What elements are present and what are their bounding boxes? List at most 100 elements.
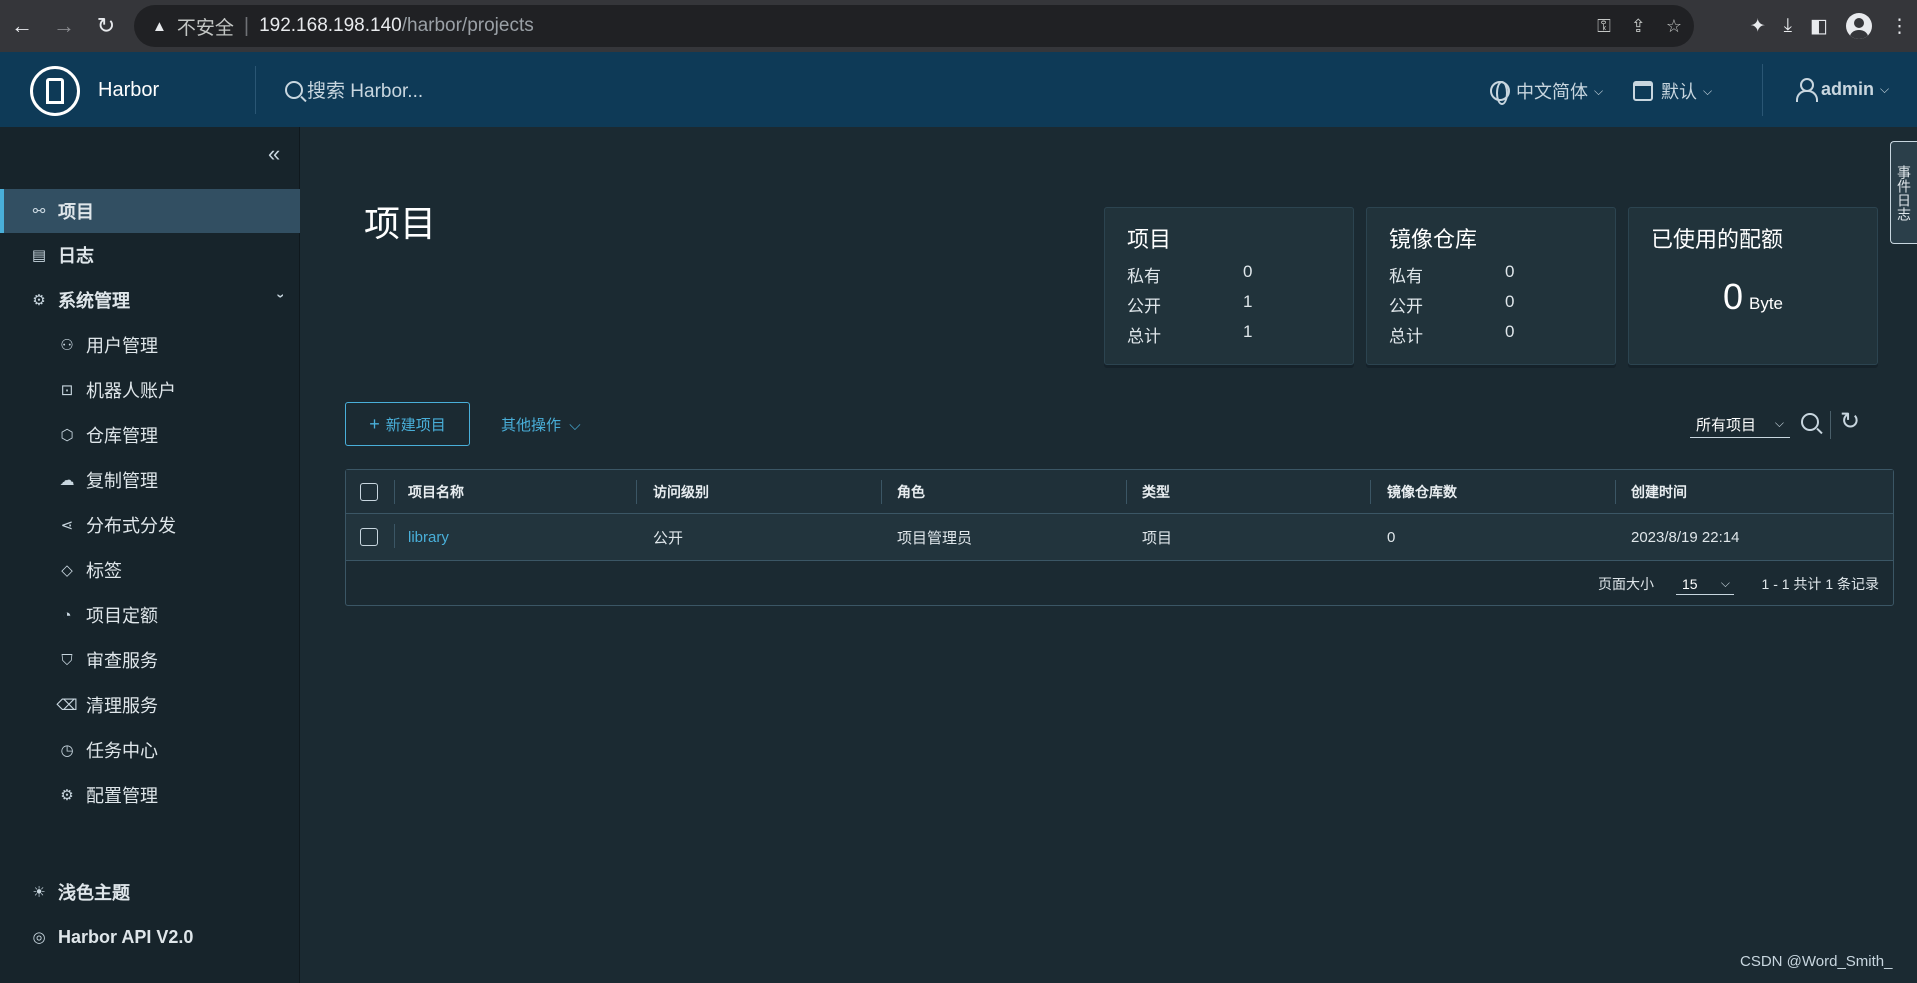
search-input[interactable]: 搜索 Harbor... <box>307 76 423 103</box>
header-divider <box>1762 64 1763 116</box>
column-header-created[interactable]: 创建时间 <box>1631 470 1687 513</box>
sidebar-item-job-service[interactable]: ◷ 任务中心 <box>0 728 300 772</box>
bookmark-star-icon[interactable]: ☆ <box>1666 16 1682 37</box>
page-title: 项目 <box>364 203 437 244</box>
quota-summary-card: 已使用的配额 0 Byte <box>1628 207 1878 365</box>
new-project-button[interactable]: + 新建项目 <box>345 402 470 446</box>
table-header: 项目名称 访问级别 角色 类型 镜像仓库数 创建时间 <box>346 470 1893 514</box>
language-selector[interactable]: 中文简体 ⌵ <box>1490 78 1603 105</box>
sidebar-item-administration[interactable]: ⚙ 系统管理 › <box>0 278 300 322</box>
chevron-down-icon: ⌵ <box>1774 416 1784 430</box>
chevron-down-icon: ⌵ <box>1720 576 1730 590</box>
refresh-icon[interactable]: ↻ <box>1840 407 1860 436</box>
column-separator <box>881 480 882 504</box>
project-name-link[interactable]: library <box>408 514 449 560</box>
checkbox[interactable] <box>360 528 378 546</box>
column-header-repo-count[interactable]: 镜像仓库数 <box>1387 470 1457 513</box>
back-icon[interactable]: ← <box>2 6 42 46</box>
record-count: 1 - 1 共计 1 条记录 <box>1761 576 1879 592</box>
profile-avatar-icon[interactable] <box>1846 13 1872 39</box>
project-filter-select[interactable]: 所有项目 ⌵ <box>1690 412 1790 438</box>
column-header-access[interactable]: 访问级别 <box>653 470 709 513</box>
share-page-icon[interactable]: ⇪ <box>1631 16 1646 37</box>
sidebar-item-label: Harbor API V2.0 <box>58 926 194 947</box>
created-time-cell: 2023/8/19 22:14 <box>1631 528 1740 546</box>
sidebar-item-robot-accounts[interactable]: ⊡ 机器人账户 <box>0 368 300 412</box>
warning-icon[interactable]: ▲ <box>152 18 167 35</box>
stat-label: 私有 <box>1127 267 1161 286</box>
sidebar-item-label: 复制管理 <box>86 471 158 491</box>
checkbox[interactable] <box>360 482 378 501</box>
sidebar-item-projects[interactable]: ⚯ 项目 <box>0 189 300 233</box>
sidebar-item-configuration[interactable]: ⚙ 配置管理 <box>0 773 300 817</box>
search-glyph <box>1801 413 1819 431</box>
address-bar[interactable]: ▲ 不安全 | 192.168.198.140/harbor/projects … <box>134 5 1694 47</box>
registry-icon: ⬡ <box>60 427 74 444</box>
globe-icon <box>1490 81 1510 105</box>
table-row[interactable]: library 公开 项目管理员 项目 0 2023/8/19 22:14 <box>346 514 1893 561</box>
url-host: 192.168.198.140 <box>259 15 402 36</box>
url-path: /harbor/projects <box>401 15 534 36</box>
sidebar-item-project-quotas[interactable]: ◔ 项目定额 <box>0 593 300 637</box>
event-log-tab[interactable]: 事件日志 <box>1890 141 1917 244</box>
sidebar-item-interrogation[interactable]: ⛉ 审查服务 <box>0 638 300 682</box>
sidebar: « ⚯ 项目 ▤ 日志 ⚙ 系统管理 › ⚇ 用户管理 ⊡ 机器人账户 ⬡ 仓库… <box>0 127 300 983</box>
stat-row-public: 公开 0 <box>1389 292 1514 317</box>
column-header-name[interactable]: 项目名称 <box>408 470 464 513</box>
page-size-value: 15 <box>1682 576 1698 592</box>
sidebar-item-label: 系统管理 <box>58 291 130 311</box>
harbor-logo-icon[interactable] <box>30 66 80 116</box>
page-size-select[interactable]: 15 ⌵ <box>1676 573 1734 595</box>
stat-label: 公开 <box>1389 297 1423 316</box>
stat-value: 0 <box>1505 262 1515 281</box>
key-icon[interactable]: ⚿ <box>1597 16 1611 37</box>
global-search[interactable]: 搜索 Harbor... <box>285 76 423 103</box>
user-icon <box>1795 78 1818 102</box>
side-panel-icon[interactable]: ◧ <box>1810 15 1828 38</box>
sidebar-item-users[interactable]: ⚇ 用户管理 <box>0 323 300 367</box>
chevron-down-icon: › <box>273 293 290 299</box>
other-actions-dropdown[interactable]: 其他操作 ⌵ <box>501 414 581 435</box>
user-menu[interactable]: admin ⌵ <box>1795 78 1889 102</box>
stat-value: 0 <box>1243 262 1253 281</box>
stat-row-private: 私有 0 <box>1127 262 1252 287</box>
select-all-checkbox[interactable] <box>360 470 378 513</box>
sidebar-item-api[interactable]: ◎ Harbor API V2.0 <box>0 915 300 959</box>
extensions-icon[interactable]: ✦ <box>1750 15 1766 38</box>
stat-label: 总计 <box>1127 327 1161 346</box>
sidebar-item-light-theme[interactable]: ☀ 浅色主题 <box>0 870 300 914</box>
sidebar-item-distributions[interactable]: ⋖ 分布式分发 <box>0 503 300 547</box>
column-separator <box>1615 480 1616 504</box>
more-menu-icon[interactable]: ⋮ <box>1890 15 1909 38</box>
app-header: Harbor 搜索 Harbor... 中文简体 ⌵ 默认 ⌵ admin ⌵ <box>0 52 1917 127</box>
column-header-type[interactable]: 类型 <box>1142 470 1170 513</box>
stat-row-private: 私有 0 <box>1389 262 1514 287</box>
row-checkbox[interactable] <box>360 514 378 560</box>
language-label: 中文简体 <box>1516 82 1588 102</box>
sidebar-item-clean-up[interactable]: ⌫ 清理服务 <box>0 683 300 727</box>
column-header-role[interactable]: 角色 <box>897 470 925 513</box>
search-icon[interactable] <box>1801 413 1823 436</box>
sidebar-item-label: 仓库管理 <box>86 426 158 446</box>
stat-value: 1 <box>1243 322 1253 341</box>
share-icon: ⋖ <box>60 517 74 534</box>
sidebar-item-label: 浅色主题 <box>58 883 130 903</box>
sidebar-item-label: 日志 <box>58 246 94 266</box>
collapse-sidebar-icon[interactable]: « <box>268 141 280 167</box>
sidebar-item-replications[interactable]: ☁ 复制管理 <box>0 458 300 502</box>
datetime-format-selector[interactable]: 默认 ⌵ <box>1633 78 1712 104</box>
sidebar-item-registries[interactable]: ⬡ 仓库管理 <box>0 413 300 457</box>
reload-icon[interactable]: ↻ <box>86 6 126 46</box>
stat-value: 1 <box>1243 292 1253 311</box>
chevron-down-icon: ⌵ <box>1703 83 1713 98</box>
download-icon[interactable]: ⤓ <box>1784 15 1792 37</box>
sidebar-item-logs[interactable]: ▤ 日志 <box>0 233 300 277</box>
brand-name[interactable]: Harbor <box>98 79 159 102</box>
column-separator <box>394 524 395 548</box>
calendar-icon <box>1633 81 1653 101</box>
header-divider <box>255 66 256 114</box>
sidebar-item-labels[interactable]: ◇ 标签 <box>0 548 300 592</box>
projects-table: 项目名称 访问级别 角色 类型 镜像仓库数 创建时间 library 公开 项目… <box>345 469 1894 606</box>
forward-icon[interactable]: → <box>44 6 84 46</box>
column-separator <box>394 480 395 504</box>
